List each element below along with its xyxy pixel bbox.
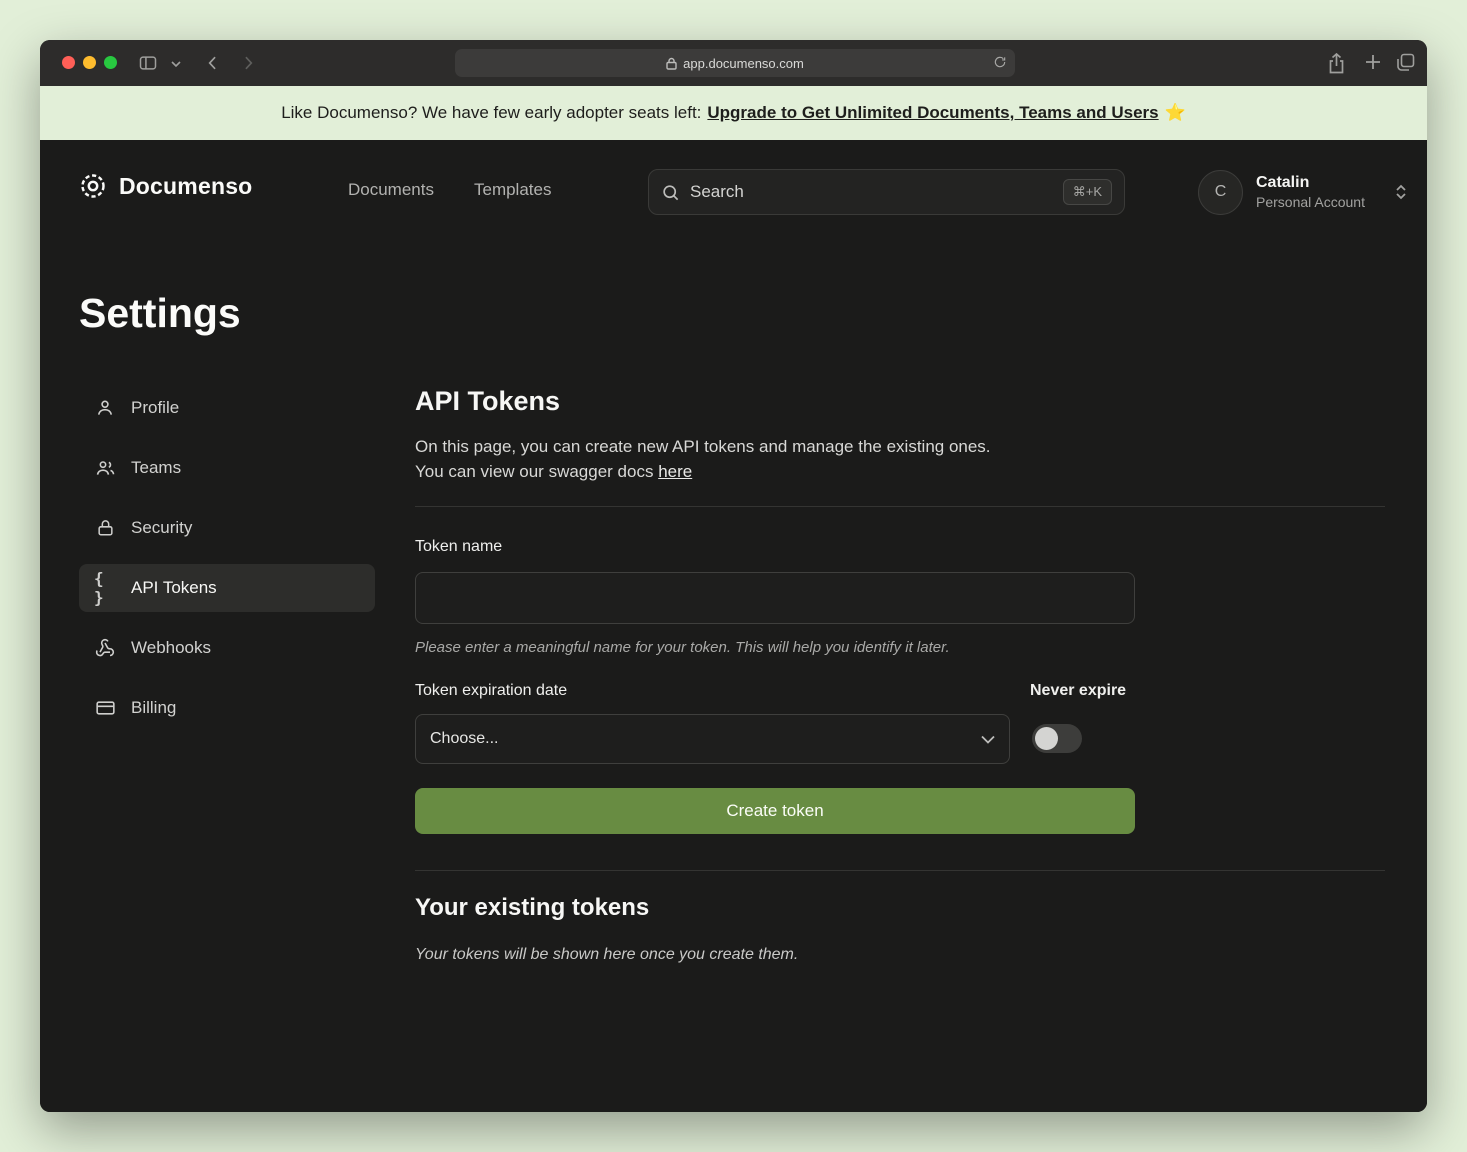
sidebar-item-label: Profile bbox=[131, 398, 179, 418]
user-name: Catalin bbox=[1256, 173, 1381, 194]
webhook-icon bbox=[94, 638, 116, 658]
url-text: app.documenso.com bbox=[683, 56, 804, 71]
credit-card-icon bbox=[94, 698, 116, 718]
sidebar-item-webhooks[interactable]: Webhooks bbox=[79, 624, 375, 672]
back-button[interactable] bbox=[203, 53, 223, 73]
toggle-knob bbox=[1035, 727, 1058, 750]
sidebar-item-label: Security bbox=[131, 518, 192, 538]
users-icon bbox=[94, 458, 116, 478]
top-nav: Documents Templates bbox=[348, 180, 551, 200]
section-description: On this page, you can create new API tok… bbox=[415, 434, 991, 484]
sidebar-item-profile[interactable]: Profile bbox=[79, 384, 375, 432]
section-title: API Tokens bbox=[415, 386, 1385, 417]
sidebar-item-label: Billing bbox=[131, 698, 176, 718]
reload-icon[interactable] bbox=[993, 55, 1007, 69]
braces-icon: { } bbox=[94, 569, 116, 607]
existing-tokens-hint: Your tokens will be shown here once you … bbox=[415, 946, 798, 964]
chevron-down-icon[interactable] bbox=[171, 60, 181, 68]
documenso-logo-icon bbox=[79, 172, 107, 200]
browser-window: app.documenso.com Like Documenso? We hav… bbox=[40, 40, 1427, 1112]
forward-button[interactable] bbox=[238, 53, 258, 73]
sidebar-item-label: API Tokens bbox=[131, 578, 217, 598]
settings-sidebar: Profile Teams Security bbox=[79, 384, 375, 744]
description-line-1: On this page, you can create new API tok… bbox=[415, 434, 991, 459]
user-menu[interactable]: C Catalin Personal Account bbox=[1198, 169, 1408, 215]
sidebar-item-label: Webhooks bbox=[131, 638, 211, 658]
sidebar-item-api-tokens[interactable]: { } API Tokens bbox=[79, 564, 375, 612]
share-icon[interactable] bbox=[1327, 53, 1346, 74]
search-shortcut-badge: ⌘+K bbox=[1063, 179, 1112, 205]
brand[interactable]: Documenso bbox=[79, 172, 252, 200]
page-title: Settings bbox=[79, 290, 241, 337]
app-content: Documenso Documents Templates ⌘+K C Cata… bbox=[40, 140, 1427, 1112]
sidebar-item-teams[interactable]: Teams bbox=[79, 444, 375, 492]
api-tokens-panel: API Tokens On this page, you can create … bbox=[415, 386, 1385, 417]
new-tab-icon[interactable] bbox=[1364, 53, 1382, 71]
sidebar-item-security[interactable]: Security bbox=[79, 504, 375, 552]
divider bbox=[415, 506, 1385, 507]
swagger-docs-link[interactable]: here bbox=[658, 462, 692, 481]
user-icon bbox=[94, 398, 116, 418]
avatar: C bbox=[1198, 170, 1243, 215]
chevron-down-icon bbox=[981, 735, 995, 744]
expiration-select[interactable]: Choose... bbox=[415, 714, 1010, 764]
minimize-window-button[interactable] bbox=[83, 56, 96, 69]
upgrade-link[interactable]: Upgrade to Get Unlimited Documents, Team… bbox=[707, 103, 1158, 123]
expiration-select-value: Choose... bbox=[430, 730, 498, 748]
tab-overview-icon[interactable] bbox=[1396, 53, 1415, 72]
create-token-button[interactable]: Create token bbox=[415, 788, 1135, 834]
search-icon bbox=[661, 183, 680, 202]
star-emoji: ⭐ bbox=[1165, 103, 1186, 123]
sidebar-toggle-icon[interactable] bbox=[138, 53, 158, 73]
token-expiration-label: Token expiration date bbox=[415, 682, 567, 700]
lock-icon bbox=[666, 57, 677, 70]
brand-name: Documenso bbox=[119, 173, 252, 200]
existing-tokens-title: Your existing tokens bbox=[415, 894, 649, 922]
divider bbox=[415, 870, 1385, 871]
description-line-2: You can view our swagger docs here bbox=[415, 459, 991, 484]
close-window-button[interactable] bbox=[62, 56, 75, 69]
user-account-type: Personal Account bbox=[1256, 193, 1381, 211]
sidebar-item-label: Teams bbox=[131, 458, 181, 478]
token-name-label: Token name bbox=[415, 538, 502, 556]
address-bar[interactable]: app.documenso.com bbox=[455, 49, 1015, 77]
nav-templates[interactable]: Templates bbox=[474, 180, 551, 200]
user-names: Catalin Personal Account bbox=[1256, 173, 1381, 212]
zoom-window-button[interactable] bbox=[104, 56, 117, 69]
search-bar[interactable]: ⌘+K bbox=[648, 169, 1125, 215]
token-name-hint: Please enter a meaningful name for your … bbox=[415, 639, 950, 656]
sidebar-item-billing[interactable]: Billing bbox=[79, 684, 375, 732]
browser-toolbar: app.documenso.com bbox=[40, 40, 1427, 86]
lock-icon bbox=[94, 518, 116, 538]
never-expire-label: Never expire bbox=[1030, 682, 1126, 700]
search-input[interactable] bbox=[690, 182, 1053, 202]
promo-banner: Like Documenso? We have few early adopte… bbox=[40, 86, 1427, 140]
token-name-input[interactable] bbox=[415, 572, 1135, 624]
nav-documents[interactable]: Documents bbox=[348, 180, 434, 200]
window-controls bbox=[62, 56, 117, 69]
chevron-up-down-icon bbox=[1394, 183, 1408, 201]
promo-banner-text: Like Documenso? We have few early adopte… bbox=[281, 103, 701, 123]
never-expire-toggle[interactable] bbox=[1032, 724, 1082, 753]
